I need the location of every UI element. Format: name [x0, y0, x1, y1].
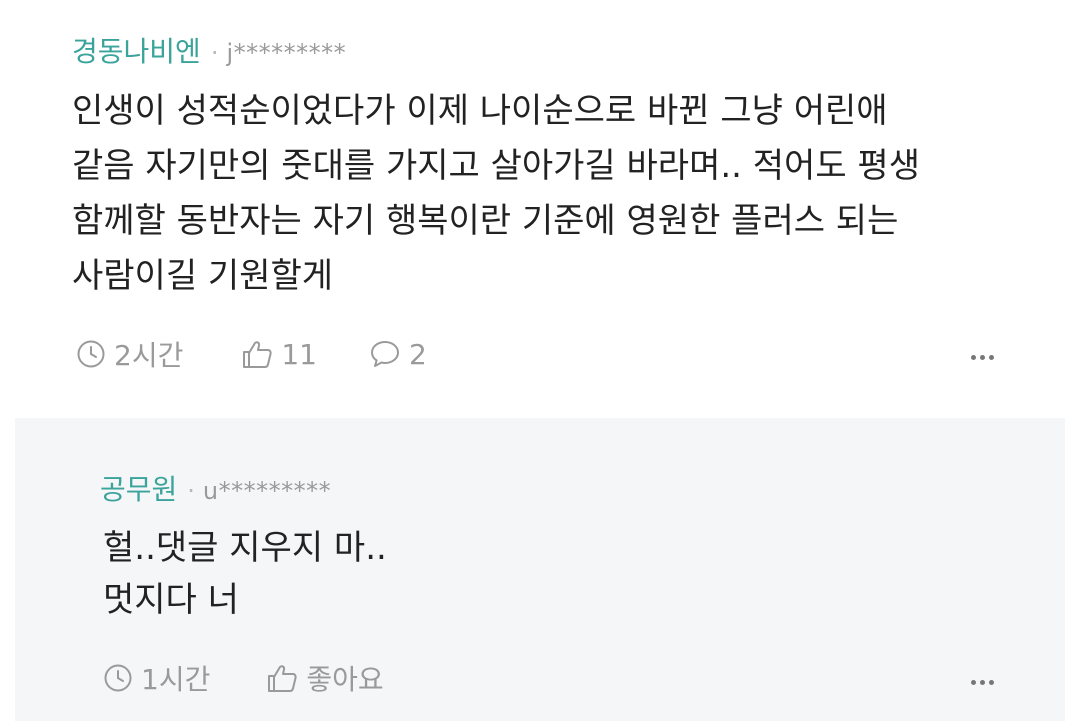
- clock-icon: [103, 663, 133, 693]
- reply-time: 1시간: [103, 658, 210, 698]
- reply-more-button[interactable]: [971, 680, 994, 685]
- reply-body-line: 멋지다 너: [103, 580, 239, 620]
- reply-count: 2: [408, 337, 427, 371]
- more-dot: [980, 680, 985, 685]
- comment-more-button[interactable]: [971, 355, 994, 360]
- thumbs-up-icon: [266, 663, 298, 693]
- comment-author: 경동나비엔 · j*********: [72, 30, 346, 70]
- reply-time-text: 1시간: [141, 663, 211, 696]
- comment-body-line: 사람이길 기원할게: [72, 256, 334, 296]
- like-count: 11: [281, 337, 317, 371]
- comment-time: 2시간: [76, 334, 183, 374]
- more-dot: [980, 355, 985, 360]
- more-dot: [989, 680, 994, 685]
- more-dots-icon: [971, 355, 976, 360]
- comment: 경동나비엔 · j********* 인생이 성적순이었다가 이제 나이순으로 …: [0, 0, 1080, 418]
- reply-like-button[interactable]: 좋아요: [266, 658, 384, 698]
- author-user-id: j*********: [226, 39, 347, 67]
- thumbs-up-icon: [241, 339, 273, 369]
- author-user-id: u*********: [202, 477, 332, 505]
- speech-bubble-icon: [369, 339, 401, 369]
- like-button[interactable]: 11: [241, 338, 317, 371]
- reply-like-label: 좋아요: [306, 663, 384, 696]
- reply-author: 공무원 · u*********: [100, 468, 331, 508]
- author-separator: ·: [187, 477, 195, 505]
- comment-body: 인생이 성적순이었다가 이제 나이순으로 바뀐 그냥 어린애 같음 자기만의 줏…: [72, 84, 920, 304]
- reply-meta: 1시간 좋아요: [103, 658, 384, 698]
- clock-icon: [76, 339, 106, 369]
- reply-body: 헐..댓글 지우지 마.. 멋지다 너: [103, 522, 387, 626]
- comment-body-line: 인생이 성적순이었다가 이제 나이순으로 바뀐 그냥 어린애: [72, 91, 888, 131]
- comment-body-line: 함께할 동반자는 자기 행복이란 기준에 영원한 플러스 되는: [72, 201, 899, 241]
- author-nickname[interactable]: 경동나비엔: [72, 30, 201, 70]
- comment-time-text: 2시간: [114, 339, 184, 372]
- more-dot: [989, 355, 994, 360]
- author-nickname[interactable]: 공무원: [100, 468, 177, 508]
- more-dots-icon: [971, 680, 976, 685]
- reply-button[interactable]: 2: [369, 338, 427, 371]
- author-separator: ·: [210, 39, 219, 67]
- comment-body-line: 같음 자기만의 줏대를 가지고 살아가길 바라며.. 적어도 평생: [72, 146, 920, 186]
- reply: 공무원 · u********* 헐..댓글 지우지 마.. 멋지다 너 1시간…: [15, 418, 1065, 721]
- reply-body-line: 헐..댓글 지우지 마..: [103, 528, 387, 568]
- comment-meta: 2시간 11 2: [76, 334, 427, 374]
